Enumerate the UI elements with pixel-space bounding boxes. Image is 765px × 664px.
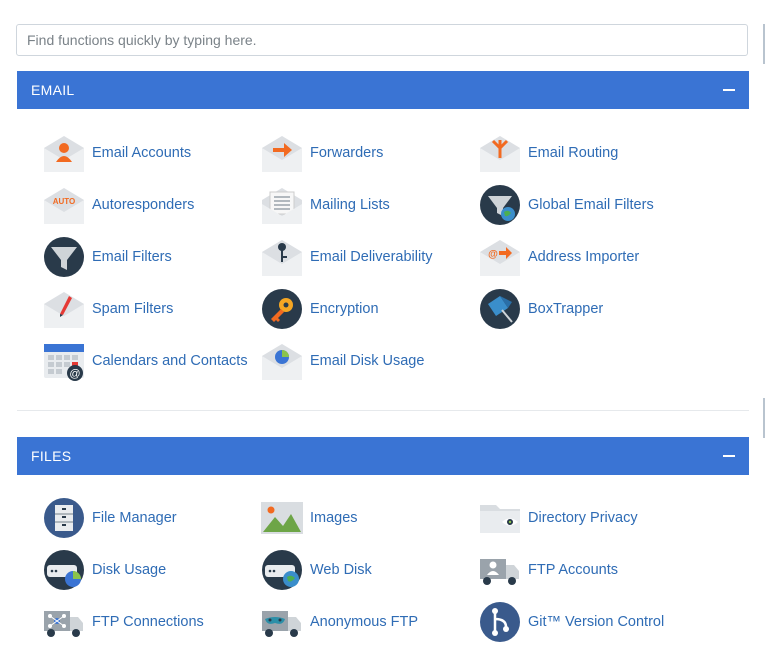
calendars-contacts-link[interactable]: @ Calendars and Contacts [42,335,260,387]
email-accounts-link[interactable]: Email Accounts [42,127,260,179]
boxtrapper-label: BoxTrapper [528,301,604,317]
boxtrapper-link[interactable]: BoxTrapper [478,283,728,335]
git-version-control-link[interactable]: Git™ Version Control [478,596,728,648]
web-disk-label: Web Disk [310,562,372,578]
autoresponders-label: Autoresponders [92,197,195,213]
svg-text:@: @ [69,368,80,380]
disk-usage-icon [42,549,86,591]
mailing-lists-icon [260,184,304,226]
encryption-link[interactable]: Encryption [260,283,478,335]
svg-text:AUTO: AUTO [53,197,76,206]
email-filters-link[interactable]: Email Filters [42,231,260,283]
global-email-filters-link[interactable]: Global Email Filters [478,179,728,231]
collapse-icon[interactable] [723,450,735,462]
images-link[interactable]: Images [260,492,478,544]
search-input[interactable] [16,24,748,56]
email-routing-label: Email Routing [528,145,619,161]
forwarders-link[interactable]: Forwarders [260,127,478,179]
email-panel-header[interactable]: EMAIL [17,71,749,109]
anonymous-ftp-link[interactable]: Anonymous FTP [260,596,478,648]
address-importer-icon: @ [478,236,522,278]
email-routing-icon [478,132,522,174]
email-disk-usage-label: Email Disk Usage [310,353,425,369]
anonymous-ftp-label: Anonymous FTP [310,614,418,630]
files-panel-title: FILES [31,448,72,464]
email-disk-usage-link[interactable]: Email Disk Usage [260,335,478,387]
email-tools-grid: Email Accounts Forwarders Email Routing … [42,127,742,387]
ftp-connections-link[interactable]: FTP Connections [42,596,260,648]
email-deliverability-label: Email Deliverability [310,249,433,265]
ftp-accounts-label: FTP Accounts [528,562,618,578]
git-version-control-label: Git™ Version Control [528,614,665,630]
mailing-lists-label: Mailing Lists [310,197,390,213]
disk-usage-label: Disk Usage [92,562,167,578]
file-manager-link[interactable]: File Manager [42,492,260,544]
email-filters-label: Email Filters [92,249,172,265]
images-label: Images [310,510,358,526]
global-email-filters-label: Global Email Filters [528,197,654,213]
section-divider [17,410,749,411]
email-accounts-icon [42,132,86,174]
ftp-accounts-icon [478,549,522,591]
email-routing-link[interactable]: Email Routing [478,127,728,179]
email-panel-title: EMAIL [31,82,75,98]
boxtrapper-icon [478,288,522,330]
disk-usage-link[interactable]: Disk Usage [42,544,260,596]
file-manager-label: File Manager [92,510,177,526]
svg-text:@: @ [488,249,498,260]
spam-filters-link[interactable]: Spam Filters [42,283,260,335]
email-deliverability-link[interactable]: Email Deliverability [260,231,478,283]
web-disk-icon [260,549,304,591]
images-icon [260,497,304,539]
collapse-icon[interactable] [723,84,735,96]
forwarders-icon [260,132,304,174]
calendars-contacts-icon: @ [42,340,86,382]
files-tools-grid: File Manager Images Directory Privacy Di… [42,492,742,648]
anonymous-ftp-icon [260,601,304,643]
directory-privacy-label: Directory Privacy [528,510,638,526]
email-accounts-label: Email Accounts [92,145,192,161]
web-disk-link[interactable]: Web Disk [260,544,478,596]
ftp-connections-label: FTP Connections [92,614,204,630]
autoresponders-icon: AUTO [42,184,86,226]
email-disk-usage-icon [260,340,304,382]
address-importer-link[interactable]: @ Address Importer [478,231,728,283]
mailing-lists-link[interactable]: Mailing Lists [260,179,478,231]
ftp-connections-icon [42,601,86,643]
file-manager-icon [42,497,86,539]
directory-privacy-icon [478,497,522,539]
forwarders-label: Forwarders [310,145,384,161]
encryption-icon [260,288,304,330]
email-deliverability-icon [260,236,304,278]
git-version-control-icon [478,601,522,643]
directory-privacy-link[interactable]: Directory Privacy [478,492,728,544]
ftp-accounts-link[interactable]: FTP Accounts [478,544,728,596]
spam-filters-icon [42,288,86,330]
address-importer-label: Address Importer [528,249,640,265]
spam-filters-label: Spam Filters [92,301,174,317]
email-filters-icon [42,236,86,278]
files-panel-header[interactable]: FILES [17,437,749,475]
global-email-filters-icon [478,184,522,226]
calendars-contacts-label: Calendars and Contacts [92,353,248,369]
encryption-label: Encryption [310,301,379,317]
autoresponders-link[interactable]: AUTO Autoresponders [42,179,260,231]
